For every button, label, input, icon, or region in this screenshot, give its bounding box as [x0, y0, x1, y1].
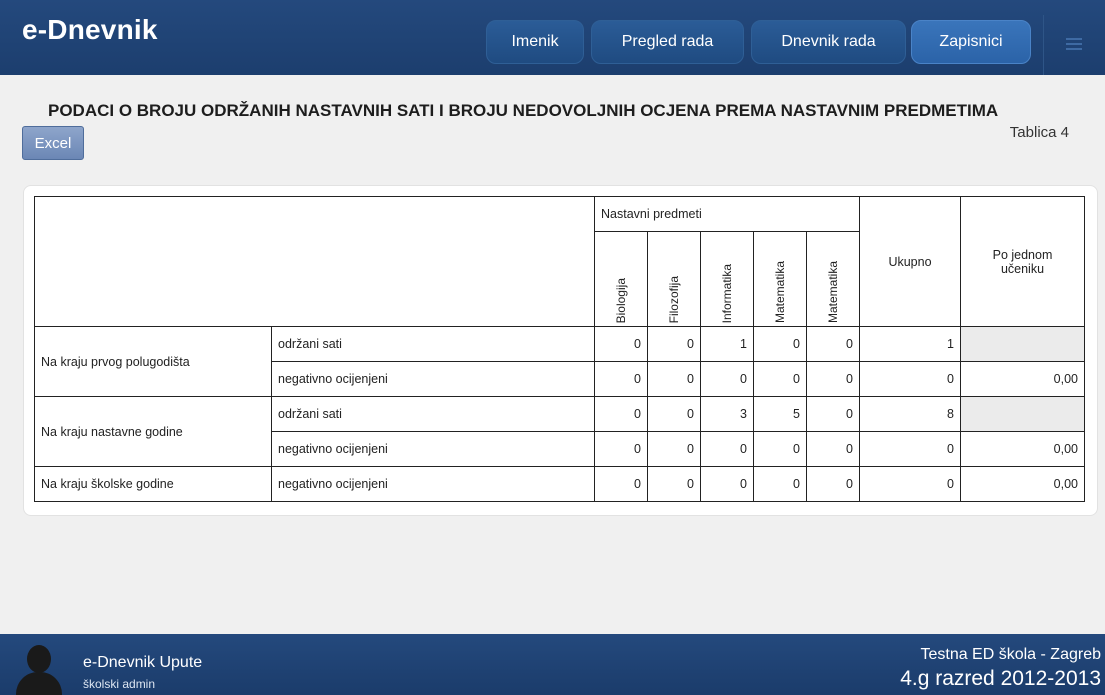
- value-cell: 0: [806, 466, 860, 502]
- period-label: Na kraju nastavne godine: [34, 396, 272, 467]
- total-cell: 0: [859, 431, 961, 467]
- report-table: Nastavni predmeti Ukupno Po jednom učeni…: [34, 196, 1085, 502]
- app-title[interactable]: e-Dnevnik: [22, 14, 158, 46]
- subject-label: Biologija: [614, 277, 628, 323]
- row-type-label: negativno ocijenjeni: [271, 431, 595, 467]
- value-cell: 0: [806, 396, 860, 432]
- menu-icon[interactable]: [1066, 38, 1082, 50]
- per-student-cell: [960, 326, 1085, 362]
- per-student-cell: 0,00: [960, 431, 1085, 467]
- value-cell: 0: [753, 431, 807, 467]
- value-cell: 0: [753, 326, 807, 362]
- value-cell: 0: [647, 396, 701, 432]
- per-student-cell: [960, 396, 1085, 432]
- value-cell: 0: [647, 326, 701, 362]
- nav-zapisnici-button[interactable]: Zapisnici: [911, 20, 1031, 64]
- total-cell: 8: [859, 396, 961, 432]
- row-type-label: održani sati: [271, 326, 595, 362]
- subject-header-matematika-2: Matematika: [806, 231, 860, 327]
- value-cell: 0: [700, 466, 754, 502]
- value-cell: 0: [806, 326, 860, 362]
- row-type-label: negativno ocijenjeni: [271, 466, 595, 502]
- value-cell: 3: [700, 396, 754, 432]
- nav-pregled-rada-button[interactable]: Pregled rada: [591, 20, 744, 64]
- value-cell: 0: [647, 431, 701, 467]
- total-column-header: Ukupno: [859, 196, 961, 327]
- row-type-label: negativno ocijenjeni: [271, 361, 595, 397]
- user-avatar-icon: [14, 642, 64, 695]
- value-cell: 0: [753, 466, 807, 502]
- table-row: Na kraju školske godine negativno ocijen…: [34, 466, 1085, 502]
- per-student-cell: 0,00: [960, 466, 1085, 502]
- nav-dnevnik-rada-button[interactable]: Dnevnik rada: [751, 20, 906, 64]
- subjects-group-header: Nastavni predmeti: [594, 196, 860, 232]
- table-row: Na kraju nastavne godine održani sati 0 …: [34, 396, 1085, 467]
- total-cell: 0: [859, 466, 961, 502]
- value-cell: 0: [647, 466, 701, 502]
- period-label: Na kraju školske godine: [34, 466, 272, 502]
- total-cell: 0: [859, 361, 961, 397]
- table-corner-cell: [34, 196, 595, 327]
- subject-label: Filozofija: [667, 275, 681, 323]
- value-cell: 0: [594, 396, 648, 432]
- value-cell: 0: [594, 431, 648, 467]
- subject-label: Matematika: [773, 260, 787, 323]
- per-student-column-header: Po jednom učeniku: [960, 196, 1085, 327]
- row-type-label: održani sati: [271, 396, 595, 432]
- period-label: Na kraju prvog polugodišta: [34, 326, 272, 397]
- subject-header-filozofija: Filozofija: [647, 231, 701, 327]
- value-cell: 0: [806, 431, 860, 467]
- value-cell: 5: [753, 396, 807, 432]
- subject-label: Matematika: [826, 260, 840, 323]
- subject-header-matematika: Matematika: [753, 231, 807, 327]
- per-student-cell: 0,00: [960, 361, 1085, 397]
- user-role: školski admin: [83, 677, 156, 691]
- value-cell: 0: [806, 361, 860, 397]
- nav-imenik-button[interactable]: Imenik: [486, 20, 584, 64]
- top-navigation-bar: e-Dnevnik Imenik Pregled rada Dnevnik ra…: [0, 0, 1105, 75]
- class-year-label: 4.g razred 2012-2013: [900, 667, 1101, 690]
- help-link[interactable]: e-Dnevnik Upute: [83, 654, 202, 672]
- value-cell: 0: [594, 361, 648, 397]
- excel-export-button[interactable]: Excel: [22, 126, 84, 160]
- value-cell: 0: [647, 361, 701, 397]
- total-cell: 1: [859, 326, 961, 362]
- value-cell: 0: [594, 326, 648, 362]
- value-cell: 0: [753, 361, 807, 397]
- report-title: PODACI O BROJU ODRŽANIH NASTAVNIH SATI I…: [48, 101, 999, 120]
- value-cell: 0: [700, 361, 754, 397]
- subject-header-biologija: Biologija: [594, 231, 648, 327]
- table-row: Na kraju prvog polugodišta održani sati …: [34, 326, 1085, 397]
- value-cell: 0: [700, 431, 754, 467]
- school-name: Testna ED škola - Zagreb: [920, 646, 1101, 663]
- subject-label: Informatika: [720, 263, 734, 323]
- table-number-label: Tablica 4: [1009, 124, 1069, 141]
- subject-header-informatika: Informatika: [700, 231, 754, 327]
- footer-bar: e-Dnevnik Upute školski admin Testna ED …: [0, 634, 1105, 695]
- value-cell: 0: [594, 466, 648, 502]
- value-cell: 1: [700, 326, 754, 362]
